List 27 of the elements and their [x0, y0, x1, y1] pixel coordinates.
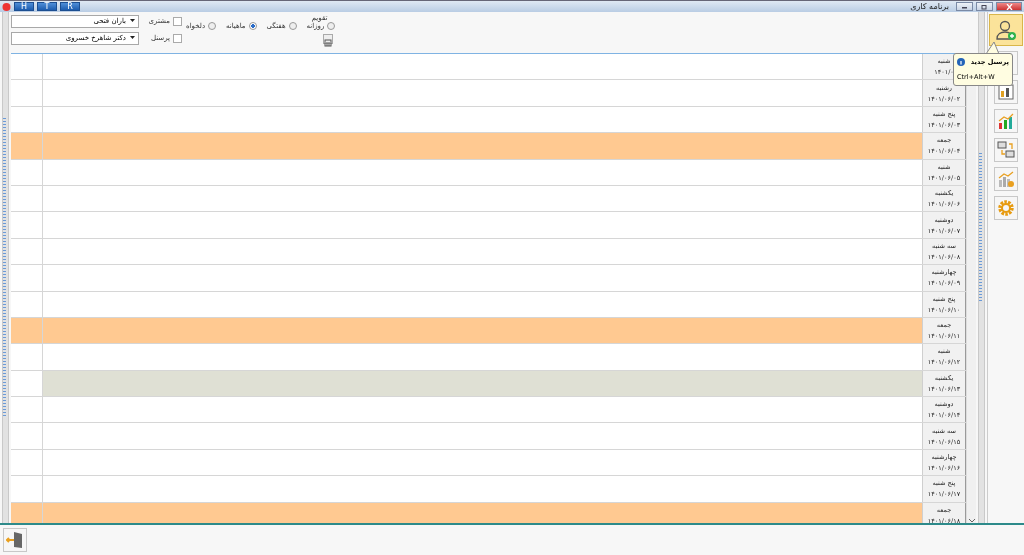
exit-button[interactable] [3, 528, 27, 552]
growth-chart-icon [997, 170, 1015, 188]
computers-icon [997, 141, 1015, 159]
app-icon [2, 2, 11, 11]
caret-icon [130, 36, 135, 40]
sidebar-button[interactable] [989, 14, 1023, 46]
splitter[interactable] [2, 12, 9, 523]
calendar-button[interactable] [323, 34, 334, 44]
close-icon [1005, 3, 1013, 10]
minimize-button[interactable] [956, 2, 973, 11]
exit-door-icon [6, 531, 24, 549]
settings-icon [997, 199, 1015, 217]
checkbox[interactable] [173, 33, 182, 43]
toolbar-button[interactable]: T [37, 2, 57, 11]
close-button[interactable] [996, 2, 1022, 11]
window-title: برنامه کاری [910, 2, 949, 11]
caret-icon [130, 19, 135, 23]
info-icon [957, 58, 965, 67]
user-add-icon [995, 19, 1017, 41]
restore-button[interactable] [976, 2, 993, 11]
toolbar-button[interactable]: R [60, 2, 80, 11]
toolbar-button[interactable]: H [14, 2, 34, 11]
restore-icon [981, 3, 988, 10]
sidebar-button[interactable] [994, 109, 1018, 133]
bar-chart-icon [997, 112, 1015, 130]
checkbox[interactable] [173, 16, 182, 26]
minimize-icon [961, 4, 968, 9]
